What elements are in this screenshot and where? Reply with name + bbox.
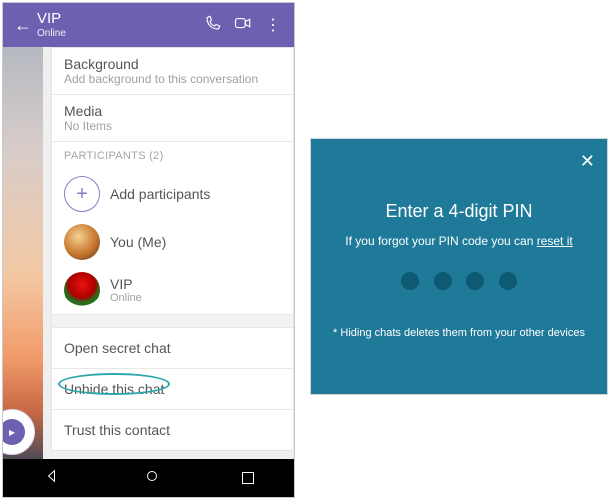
add-participants-label: Add participants bbox=[110, 186, 210, 202]
nav-back-icon[interactable] bbox=[44, 467, 62, 490]
pin-title: Enter a 4-digit PIN bbox=[325, 201, 593, 222]
phone-frame: ← VIP Online ⋮ Background Add background… bbox=[2, 2, 295, 498]
participant-name: VIP bbox=[110, 276, 142, 292]
pin-dot bbox=[499, 272, 517, 290]
pin-hint: * Hiding chats deletes them from your ot… bbox=[325, 327, 593, 339]
header-title-block[interactable]: VIP Online bbox=[37, 11, 198, 39]
background-title: Background bbox=[64, 56, 281, 72]
settings-sheet: Background Add background to this conver… bbox=[51, 47, 294, 451]
participants-header: PARTICIPANTS (2) bbox=[52, 141, 293, 170]
chat-header: ← VIP Online ⋮ bbox=[3, 3, 294, 47]
add-participants-row[interactable]: + Add participants bbox=[52, 170, 293, 218]
background-sub: Add background to this conversation bbox=[64, 72, 281, 86]
add-icon: + bbox=[64, 176, 100, 212]
voice-call-icon[interactable] bbox=[198, 14, 228, 37]
section-divider bbox=[52, 314, 293, 328]
nav-home-icon[interactable] bbox=[143, 467, 161, 490]
close-icon[interactable]: ✕ bbox=[580, 151, 595, 172]
pin-dot bbox=[401, 272, 419, 290]
chat-background-preview bbox=[3, 47, 43, 461]
back-button[interactable]: ← bbox=[9, 15, 37, 36]
pin-dots[interactable] bbox=[325, 272, 593, 295]
media-title: Media bbox=[64, 103, 281, 119]
pin-info: If you forgot your PIN code you can rese… bbox=[325, 232, 593, 250]
chat-settings-panel: Background Add background to this conver… bbox=[3, 47, 294, 461]
pin-info-text: If you forgot your PIN code you can bbox=[345, 234, 536, 248]
more-icon[interactable]: ⋮ bbox=[258, 15, 288, 35]
participant-you[interactable]: You (Me) bbox=[52, 218, 293, 266]
open-secret-chat[interactable]: Open secret chat bbox=[52, 328, 293, 368]
nav-recent-icon[interactable] bbox=[242, 472, 254, 484]
media-setting[interactable]: Media No Items bbox=[52, 94, 293, 141]
participant-name: You (Me) bbox=[110, 234, 166, 250]
header-title: VIP bbox=[37, 11, 198, 28]
video-call-icon[interactable] bbox=[228, 14, 258, 37]
avatar bbox=[64, 224, 100, 260]
pin-dot bbox=[434, 272, 452, 290]
media-sub: No Items bbox=[64, 119, 281, 133]
unhide-this-chat[interactable]: Unhide this chat bbox=[52, 368, 293, 409]
android-navbar bbox=[3, 459, 294, 497]
background-setting[interactable]: Background Add background to this conver… bbox=[52, 48, 293, 94]
participant-status: Online bbox=[110, 292, 142, 304]
participant-vip[interactable]: VIP Online bbox=[52, 266, 293, 314]
header-subtitle: Online bbox=[37, 28, 198, 39]
pin-dot bbox=[466, 272, 484, 290]
avatar bbox=[64, 272, 100, 308]
pin-dialog: ✕ Enter a 4-digit PIN If you forgot your… bbox=[310, 138, 608, 395]
reset-pin-link[interactable]: reset it bbox=[537, 234, 573, 248]
compose-icon: ▸ bbox=[2, 419, 25, 445]
trust-contact[interactable]: Trust this contact bbox=[52, 409, 293, 450]
